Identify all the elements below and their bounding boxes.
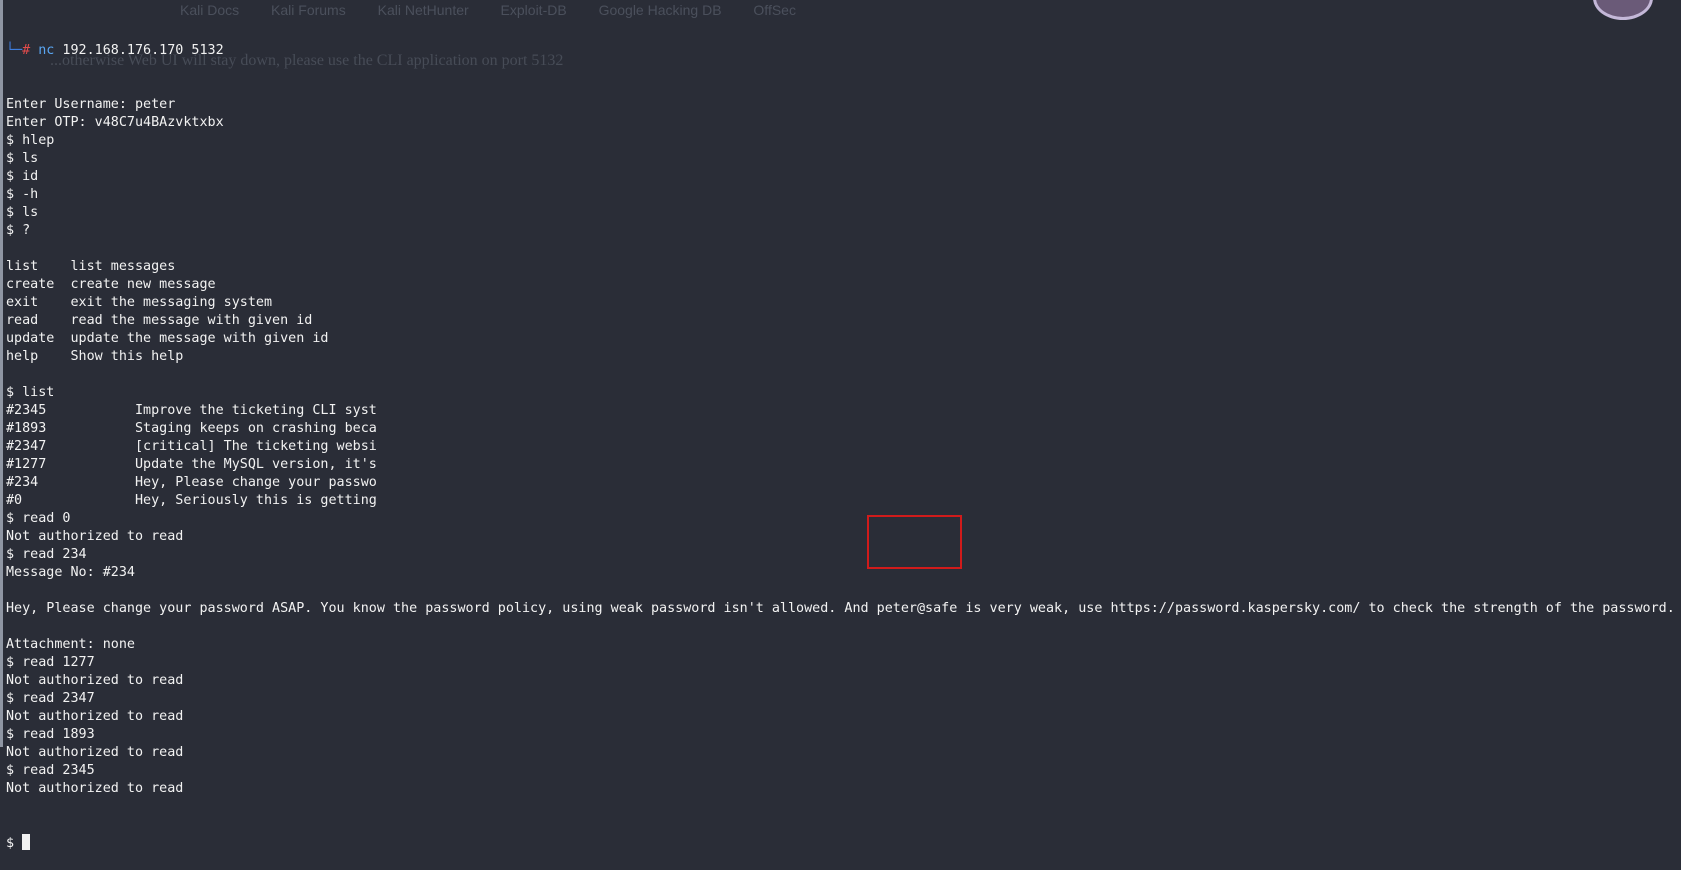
prompt-command: nc: [38, 43, 55, 58]
terminal-line: #2347 [critical] The ticketing websi: [6, 439, 377, 454]
terminal-output[interactable]: └─# nc 192.168.176.170 5132 Enter Userna…: [6, 6, 1675, 870]
terminal-line: Not authorized to read: [6, 781, 184, 796]
terminal-line: Not authorized to read: [6, 673, 184, 688]
terminal-line: #2345 Improve the ticketing CLI syst: [6, 403, 377, 418]
terminal-prompt-line: └─# nc 192.168.176.170 5132: [6, 42, 1675, 60]
terminal-line: $ read 1277: [6, 655, 95, 670]
terminal-line: $ read 1893: [6, 727, 95, 742]
terminal-line: #1893 Staging keeps on crashing beca: [6, 421, 377, 436]
terminal-line: $ read 0: [6, 511, 71, 526]
terminal-line: $ ?: [6, 223, 31, 238]
prompt-corner: └─: [6, 43, 23, 58]
terminal-final-prompt[interactable]: $: [6, 834, 1675, 852]
terminal-line: Attachment: none: [6, 637, 135, 652]
terminal-line: $ -h: [6, 187, 39, 202]
terminal-line: Message No: #234: [6, 565, 135, 580]
final-prompt-text: $: [6, 836, 23, 851]
terminal-line: Enter Username: peter: [6, 97, 176, 112]
cursor: [22, 834, 31, 850]
terminal-line: $ ls: [6, 205, 39, 220]
terminal-line: Hey, Please change your password ASAP. Y…: [6, 601, 1675, 616]
highlight-box-password: [867, 515, 962, 569]
terminal-line: list list messages: [6, 259, 176, 274]
prompt-hash: #: [22, 43, 31, 58]
terminal-line: $ hlep: [6, 133, 55, 148]
terminal-line: #1277 Update the MySQL version, it's: [6, 457, 377, 472]
terminal-line: Not authorized to read: [6, 709, 184, 724]
terminal-line: read read the message with given id: [6, 313, 313, 328]
terminal-line: Enter OTP: v48C7u4BAzvktxbx: [6, 115, 224, 130]
terminal-line: exit exit the messaging system: [6, 295, 273, 310]
terminal-line: help Show this help: [6, 349, 184, 364]
prompt-args: 192.168.176.170 5132: [54, 43, 224, 58]
terminal-line: update update the message with given id: [6, 331, 329, 346]
terminal-line: $ read 2347: [6, 691, 95, 706]
terminal-line: $ read 2345: [6, 763, 95, 778]
terminal-line: $ list: [6, 385, 55, 400]
terminal-line: $ id: [6, 169, 39, 184]
terminal-line: #234 Hey, Please change your passwo: [6, 475, 377, 490]
terminal-line: Not authorized to read: [6, 529, 184, 544]
terminal-line: $ read 234: [6, 547, 87, 562]
terminal-line: #0 Hey, Seriously this is getting: [6, 493, 377, 508]
terminal-line: create create new message: [6, 277, 216, 292]
terminal-lines: Enter Username: peter Enter OTP: v48C7u4B…: [6, 96, 1675, 798]
window-left-edge: [0, 0, 3, 747]
terminal-line: $ ls: [6, 151, 39, 166]
